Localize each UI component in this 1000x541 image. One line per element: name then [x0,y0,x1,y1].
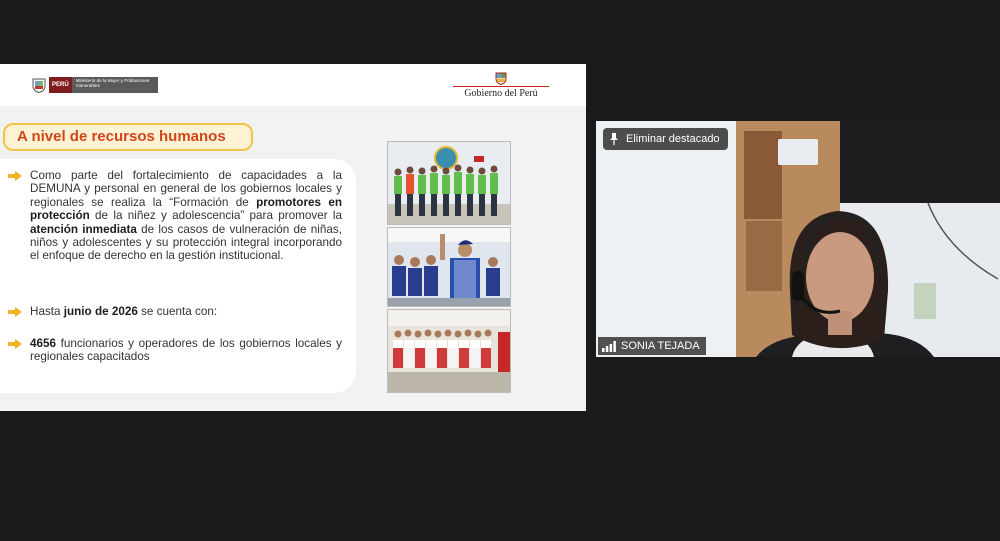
signal-strength-icon [602,340,616,352]
photo-group-certificates [387,309,511,393]
divider-line [453,86,549,87]
ministry-name: Ministerio de la Mujer y Poblaciones Vul… [71,77,158,93]
participant-name: SONIA TEJADA [621,340,700,352]
pin-icon [610,133,618,145]
bullet-text-segment: Hasta [30,305,64,318]
bullet-text: Como parte del fortalecimiento de capaci… [30,169,342,263]
unpin-button[interactable]: Eliminar destacado [603,128,728,150]
bullet-text: Hasta junio de 2026 se cuenta con: [30,305,342,318]
slide-header: PERÚ Ministerio de la Mujer y Poblacione… [0,64,586,106]
bullet-text-bold: atención inmediata [30,222,137,236]
arrow-right-icon [8,307,22,317]
unpin-label: Eliminar destacado [626,133,720,145]
arrow-right-icon [8,339,22,349]
bullet-text: 4656 funcionarios y operadores de los go… [30,337,342,364]
section-title: A nivel de recursos humanos [3,123,253,151]
photo-group-raised-hand [387,227,511,307]
government-label: Gobierno del Perú [464,88,538,99]
shield-icon [32,78,46,93]
arrow-right-icon [8,171,22,181]
participant-video-feed [596,121,1000,357]
bullet-text-segment: de la niñez y adolescencia” para promove… [89,209,342,223]
government-logo: Gobierno del Perú [453,72,549,99]
photo-group-green-vests [387,141,511,225]
bullet-text-segment: se cuenta con: [137,305,218,318]
peru-label: PERÚ [49,77,72,93]
ministry-logo: PERÚ Ministerio de la Mujer y Poblacione… [32,77,158,93]
coat-of-arms-icon [495,72,507,85]
bullet-text-bold: junio de 2026 [63,305,138,318]
bullet-text-segment: funcionarios y operadores de los gobiern… [30,337,342,364]
participant-video-tile[interactable]: Eliminar destacado SONIA TEJADA [596,121,1000,357]
shared-slide: PERÚ Ministerio de la Mujer y Poblacione… [0,64,586,411]
bullet-text-bold: 4656 [30,337,57,350]
participant-name-tag: SONIA TEJADA [598,337,706,355]
content-card: Como parte del fortalecimiento de capaci… [0,159,356,393]
